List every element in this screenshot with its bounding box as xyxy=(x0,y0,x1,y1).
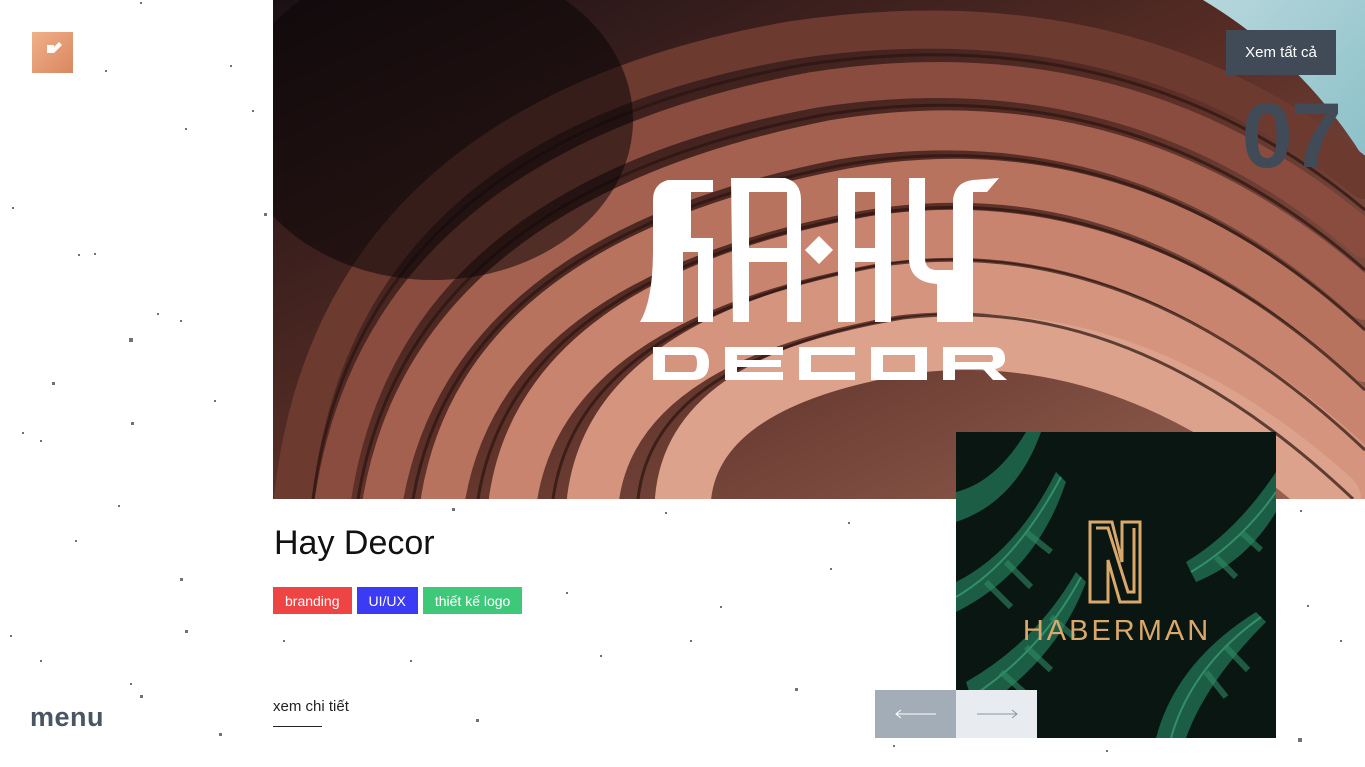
tag-branding[interactable]: branding xyxy=(273,587,352,614)
menu-button[interactable]: menu xyxy=(30,702,104,733)
orange-square-logo-icon xyxy=(32,32,73,73)
previous-slide-button[interactable] xyxy=(875,690,956,738)
next-slide-brand-name: HABERMAN xyxy=(1022,615,1212,647)
slide-counter: 07 xyxy=(1241,85,1342,187)
next-slide-button[interactable] xyxy=(956,690,1037,738)
project-title: Hay Decor xyxy=(274,524,435,562)
site-logo[interactable] xyxy=(32,32,73,73)
copper-arches-photo xyxy=(273,0,1365,499)
tag-list: branding UI/UX thiết kế logo xyxy=(273,587,523,614)
tag-ui-ux[interactable]: UI/UX xyxy=(356,587,418,614)
hero-image xyxy=(273,0,1365,499)
arrow-right-icon xyxy=(976,709,1018,719)
tag-logo-design[interactable]: thiết kế logo xyxy=(422,587,523,614)
view-all-button[interactable]: Xem tất cả xyxy=(1226,30,1336,75)
detail-link-underline xyxy=(273,726,322,727)
view-detail-link[interactable]: xem chi tiết xyxy=(273,698,349,715)
arrow-left-icon xyxy=(894,709,936,719)
